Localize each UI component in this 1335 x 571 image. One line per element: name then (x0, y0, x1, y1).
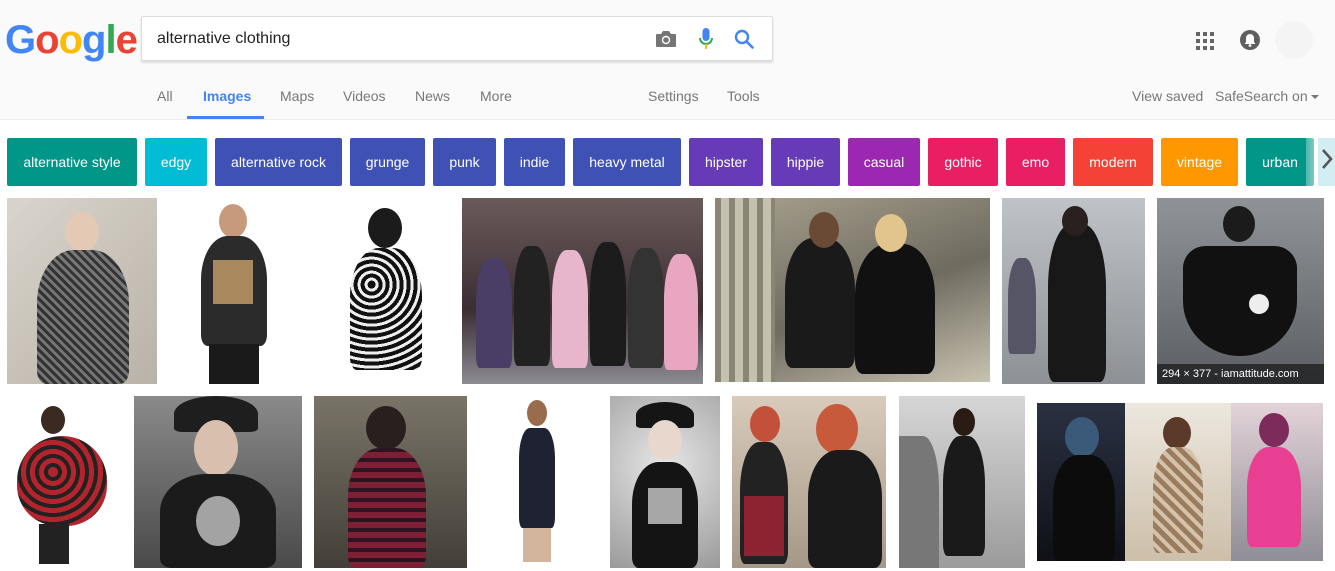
apps-grid-icon[interactable] (1196, 32, 1214, 50)
tab-news[interactable]: News (415, 88, 450, 104)
chip-hippie[interactable]: hippie (771, 138, 840, 186)
chip-label: hipster (704, 154, 748, 170)
chip-vintage[interactable]: vintage (1161, 138, 1238, 186)
chip-label: vintage (1176, 154, 1223, 170)
header: Google All Images Maps Videos News More … (0, 0, 1335, 120)
tab-more[interactable]: More (480, 88, 512, 104)
image-result[interactable] (610, 396, 720, 568)
chip-urban[interactable]: urban (1246, 138, 1314, 186)
image-result[interactable] (177, 198, 292, 384)
image-result[interactable] (7, 198, 157, 384)
chip-label: edgy (160, 154, 192, 170)
search-input[interactable] (157, 17, 637, 60)
image-result[interactable] (314, 396, 467, 568)
microphone-icon[interactable] (694, 27, 718, 51)
related-searches-chips: alternative style edgy alternative rock … (0, 137, 1335, 188)
safesearch-toggle[interactable]: SafeSearch on (1215, 88, 1319, 104)
tab-videos[interactable]: Videos (343, 88, 386, 104)
chip-label: modern (1089, 154, 1137, 170)
avatar[interactable] (1275, 21, 1313, 59)
chip-alternative-rock[interactable]: alternative rock (215, 138, 342, 186)
image-hover-caption: 294 × 377 - iamattitude.com (1157, 364, 1324, 384)
chip-label: emo (1021, 154, 1050, 170)
chip-heavy-metal[interactable]: heavy metal (573, 138, 681, 186)
chip-label: punk (449, 154, 480, 170)
logo-letter: l (105, 18, 116, 62)
image-result[interactable] (899, 396, 1025, 568)
chip-punk[interactable]: punk (433, 138, 496, 186)
image-result[interactable] (479, 396, 597, 568)
view-saved-link[interactable]: View saved (1132, 88, 1203, 104)
chip-emo[interactable]: emo (1006, 138, 1065, 186)
chip-casual[interactable]: casual (848, 138, 920, 186)
chevron-right-icon[interactable] (1320, 148, 1334, 170)
notifications-icon[interactable] (1240, 30, 1260, 50)
chip-modern[interactable]: modern (1073, 138, 1153, 186)
chip-label: hippie (786, 154, 825, 170)
image-result[interactable] (1037, 403, 1323, 561)
chip-hipster[interactable]: hipster (689, 138, 763, 186)
chip-label: indie (519, 154, 550, 170)
chip-label: gothic (944, 154, 982, 170)
image-result[interactable] (715, 198, 990, 382)
chip-alternative-style[interactable]: alternative style (7, 138, 137, 186)
image-result[interactable]: 294 × 377 - iamattitude.com (1157, 198, 1324, 384)
logo-letter: o (58, 18, 83, 62)
logo-letter: g (82, 18, 106, 62)
chip-indie[interactable]: indie (504, 138, 565, 186)
image-result[interactable] (328, 198, 443, 384)
tab-images[interactable]: Images (203, 88, 251, 104)
chip-label: urban (1262, 154, 1298, 170)
caret-down-icon (1310, 95, 1319, 100)
chip-edgy[interactable]: edgy (145, 138, 207, 186)
chip-gothic[interactable]: gothic (928, 138, 998, 186)
search-box (141, 16, 773, 61)
image-result[interactable] (462, 198, 703, 384)
camera-icon[interactable] (654, 27, 678, 51)
tab-settings[interactable]: Settings (648, 88, 699, 104)
google-logo[interactable]: Google (5, 16, 138, 64)
tab-tools[interactable]: Tools (727, 88, 760, 104)
logo-letter: e (115, 18, 138, 62)
chip-label: alternative style (23, 154, 121, 170)
chip-label: casual (863, 154, 905, 170)
logo-letter: G (5, 18, 36, 62)
logo-letter: o (35, 18, 59, 62)
active-tab-indicator (187, 116, 264, 119)
tab-all[interactable]: All (157, 88, 173, 104)
image-result[interactable] (7, 396, 121, 568)
chip-label: grunge (365, 154, 410, 170)
image-result[interactable] (134, 396, 302, 568)
image-result[interactable] (1002, 198, 1145, 384)
image-result[interactable] (732, 396, 886, 568)
chip-label: alternative rock (231, 154, 326, 170)
search-icon[interactable] (732, 27, 756, 51)
chip-grunge[interactable]: grunge (350, 138, 425, 186)
safesearch-label: SafeSearch on (1215, 88, 1308, 104)
tab-maps[interactable]: Maps (280, 88, 314, 104)
chip-label: heavy metal (589, 154, 665, 170)
